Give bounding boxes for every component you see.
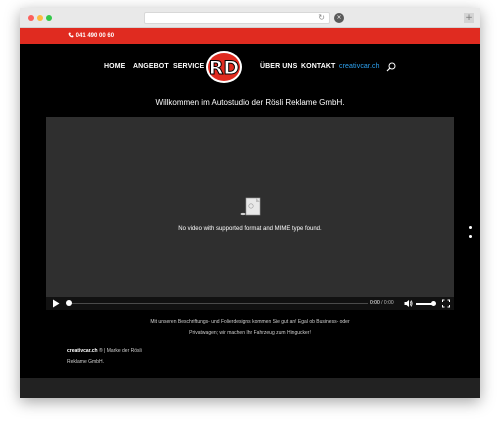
browser-window: ↻ × + 041 490 00 60 HOME ANGEBOT SERVICE… bbox=[20, 8, 480, 398]
bottom-bar bbox=[20, 378, 480, 398]
footer-company: Reklame GmbH. bbox=[67, 359, 104, 365]
footer-brand-suffix: ® | Marke der Rösli bbox=[97, 348, 142, 354]
new-tab-button[interactable]: + bbox=[464, 13, 474, 23]
reload-icon[interactable]: ↻ bbox=[318, 14, 325, 22]
broken-video-icon bbox=[240, 197, 261, 216]
progress-handle[interactable] bbox=[66, 300, 72, 306]
nav-home[interactable]: HOME bbox=[104, 63, 125, 71]
phone-link[interactable]: 041 490 00 60 bbox=[68, 32, 114, 40]
site-logo[interactable]: RD bbox=[205, 50, 243, 84]
nav-creativcar[interactable]: creativcar.ch bbox=[339, 63, 380, 71]
stop-icon[interactable]: × bbox=[334, 13, 344, 23]
video-error-message: No video with supported format and MIME … bbox=[178, 226, 322, 232]
volume-handle[interactable] bbox=[431, 301, 436, 306]
slide-navigation bbox=[469, 226, 473, 240]
duration: 0:00 bbox=[383, 300, 394, 306]
intro-text: Mit unseren Beschriftungs- und Folierdes… bbox=[20, 317, 480, 339]
progress-track[interactable] bbox=[68, 303, 368, 304]
top-bar: 041 490 00 60 bbox=[20, 28, 480, 44]
play-icon[interactable] bbox=[52, 299, 60, 308]
address-bar[interactable]: ↻ bbox=[144, 12, 330, 24]
site-header: HOME ANGEBOT SERVICE RD ÜBER UNS KONTAKT… bbox=[20, 44, 480, 88]
search-icon[interactable] bbox=[386, 62, 396, 72]
video-player[interactable]: No video with supported format and MIME … bbox=[46, 117, 454, 310]
phone-number: 041 490 00 60 bbox=[75, 33, 115, 39]
footer-brand[interactable]: creativcar.ch bbox=[67, 348, 98, 354]
fullscreen-icon[interactable] bbox=[442, 299, 450, 308]
footer-info: creativcar.ch ® | Marke der Rösli Reklam… bbox=[67, 346, 187, 368]
intro-line-2: Privatwagen; wir machen Ihr Fahrzeug zum… bbox=[189, 330, 311, 336]
nav-service[interactable]: SERVICE bbox=[173, 63, 204, 71]
phone-icon bbox=[68, 32, 74, 38]
nav-kontakt[interactable]: KONTAKT bbox=[301, 63, 335, 71]
nav-angebot[interactable]: ANGEBOT bbox=[133, 63, 169, 71]
logo-letters: RD bbox=[209, 57, 239, 79]
slide-dot-2[interactable] bbox=[469, 235, 472, 238]
maximize-window-button[interactable] bbox=[46, 15, 52, 21]
intro-line-1: Mit unseren Beschriftungs- und Folierdes… bbox=[150, 319, 350, 325]
browser-chrome: ↻ × + bbox=[20, 8, 480, 28]
nav-ueber-uns[interactable]: ÜBER UNS bbox=[260, 63, 297, 71]
current-time: 0:00 bbox=[370, 300, 380, 306]
slide-dot-1[interactable] bbox=[469, 226, 472, 229]
time-display: 0:00 / 0:00 bbox=[370, 300, 394, 307]
video-controls: 0:00 / 0:00 bbox=[46, 297, 454, 310]
time-separator: / bbox=[381, 300, 383, 306]
volume-icon[interactable] bbox=[404, 299, 413, 308]
welcome-heading: Willkommen im Autostudio der Rösli Rekla… bbox=[155, 98, 345, 107]
minimize-window-button[interactable] bbox=[37, 15, 43, 21]
close-window-button[interactable] bbox=[28, 15, 34, 21]
